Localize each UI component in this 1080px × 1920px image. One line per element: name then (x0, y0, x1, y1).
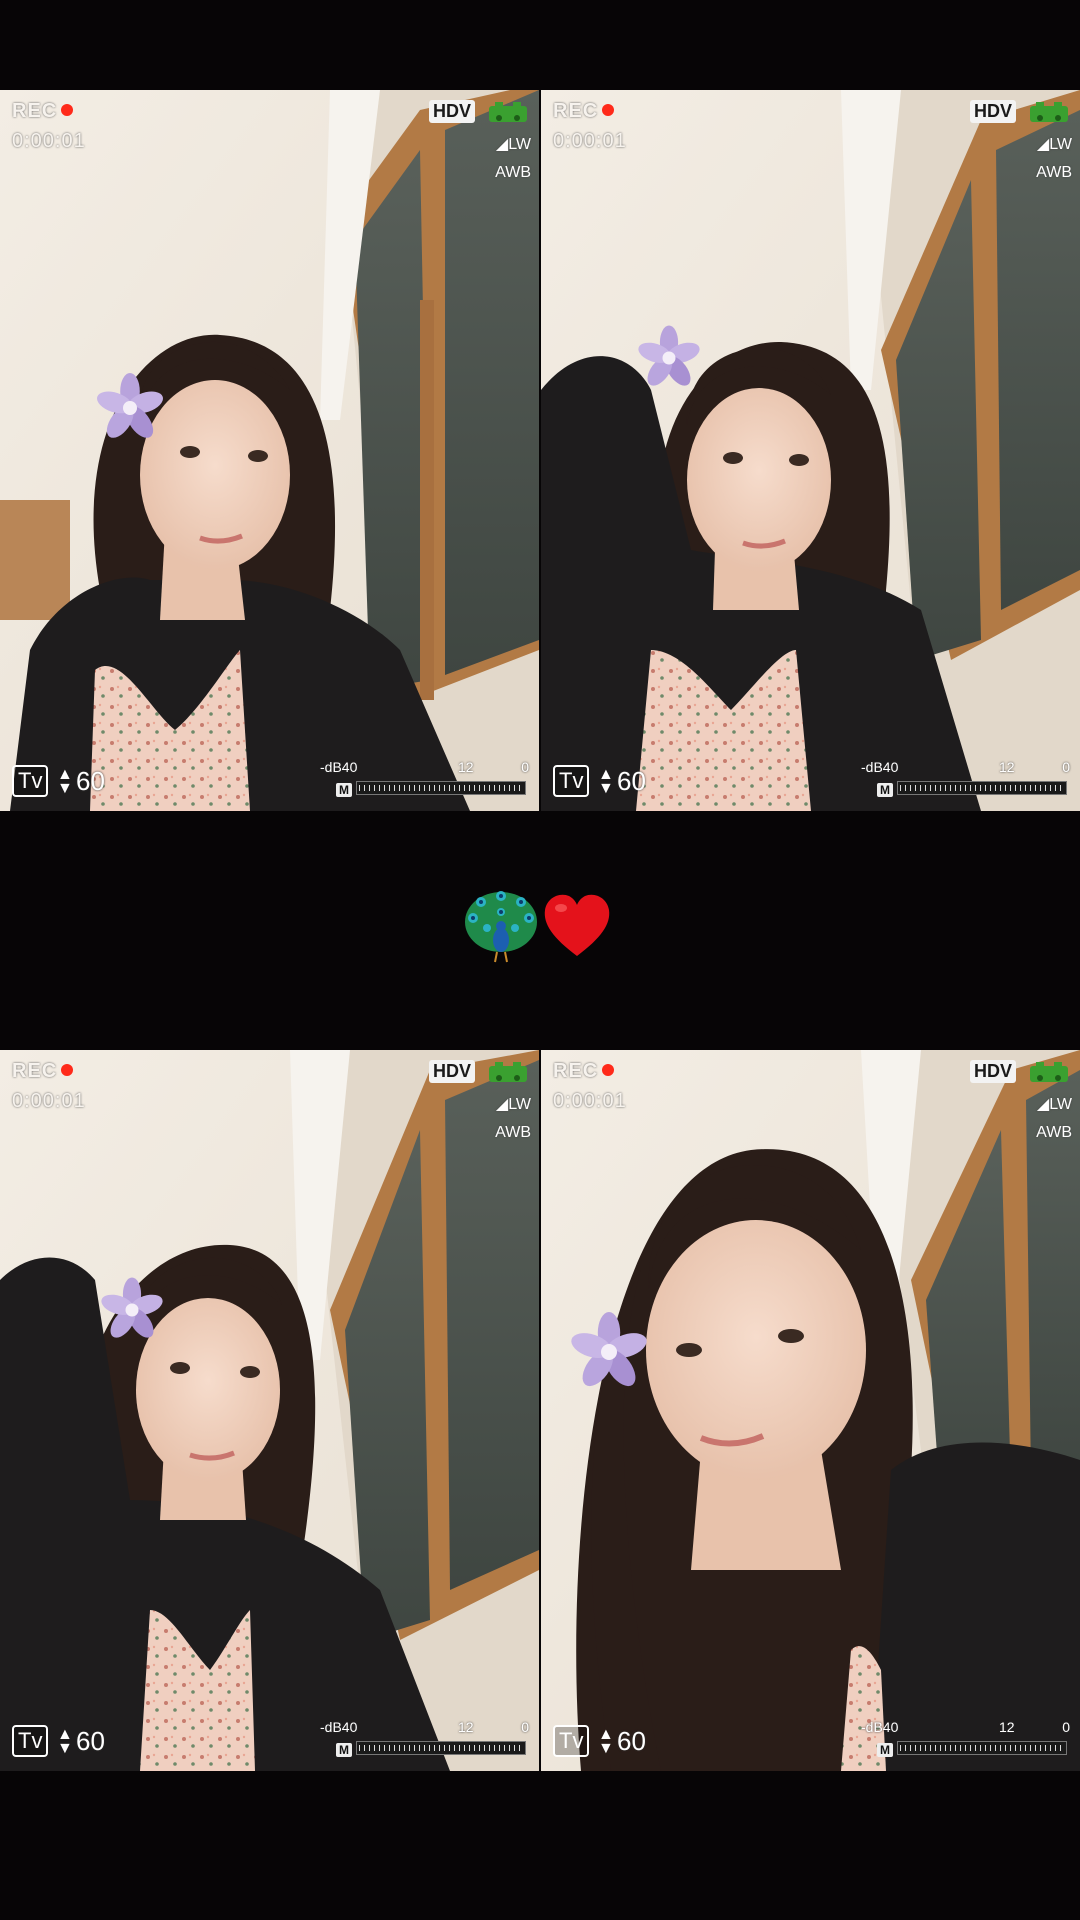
selfie-photo-4 (541, 1050, 1080, 1771)
heart-icon (544, 894, 610, 956)
photo-frame-1: REC 0:00:01 HDV ◢LW AWB Tv ▲ ▼ 60 -dB40 1… (0, 90, 539, 811)
selfie-photo-2 (541, 90, 1080, 811)
selfie-photo-1 (0, 90, 539, 811)
photo-frame-2: REC 0:00:01 HDV ◢LW AWB Tv ▲ ▼ 60 -dB40 1… (541, 90, 1080, 811)
photo-frame-3: REC 0:00:01 HDV ◢LW AWB Tv ▲ ▼ 60 -dB40 1… (0, 1050, 539, 1771)
peacock-icon (465, 891, 537, 963)
emoji-strip (0, 860, 1080, 990)
photo-frame-4: REC 0:00:01 HDV ◢LW AWB Tv ▲ ▼ 60 -dB40 1… (541, 1050, 1080, 1771)
selfie-photo-3 (0, 1050, 539, 1771)
